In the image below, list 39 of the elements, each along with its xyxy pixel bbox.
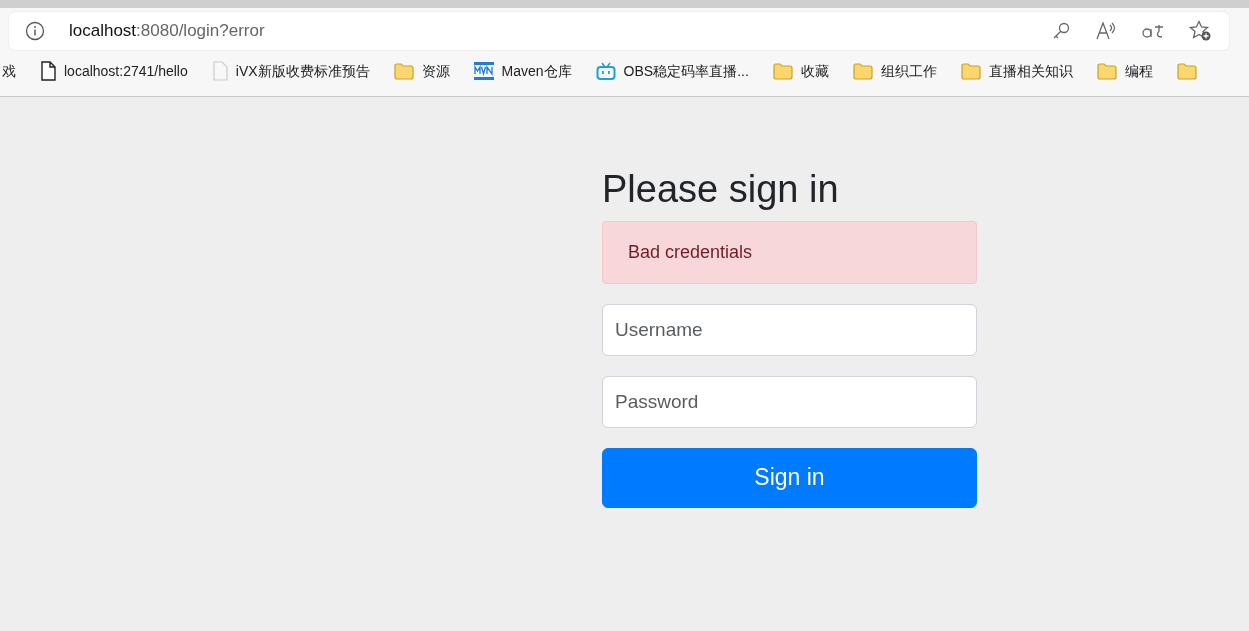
bookmark-label: OBS稳定码率直播...	[623, 61, 749, 81]
error-alert: Bad credentials	[602, 220, 977, 284]
form-heading: Please sign in	[602, 167, 840, 212]
bookmark-label: Maven仓库	[501, 61, 572, 81]
read-aloud-icon[interactable]	[1095, 21, 1117, 41]
bookmark-label: iVX新版收费标准预告	[235, 61, 370, 81]
info-icon[interactable]	[25, 21, 45, 41]
folder-icon	[1176, 62, 1197, 80]
bookmark-label: 资源	[421, 61, 450, 81]
bookmark[interactable]: OBS稳定码率直播...	[591, 60, 753, 82]
key-icon[interactable]	[1051, 21, 1071, 41]
bookmark-label: 收藏	[800, 61, 829, 81]
bookmark[interactable]: Maven仓库	[469, 60, 576, 82]
sign-in-button[interactable]: Sign in	[602, 447, 977, 508]
maven-icon	[473, 62, 494, 80]
username-field[interactable]: Username	[602, 303, 977, 356]
bookmark-label: 组织工作	[880, 61, 937, 81]
folder-icon	[393, 62, 414, 80]
page-icon	[40, 61, 56, 81]
tv-icon	[595, 61, 616, 81]
bookmark[interactable]: 收藏	[768, 60, 833, 82]
folder-icon	[772, 62, 793, 80]
page-icon	[211, 61, 228, 81]
folder-icon	[1096, 62, 1117, 80]
bookmark[interactable]: 编程	[1092, 60, 1157, 82]
folder-icon	[960, 62, 981, 80]
bookmark[interactable]: iVX新版收费标准预告	[207, 60, 374, 82]
bookmark[interactable]: 直播相关知识	[956, 60, 1077, 82]
bookmark-link[interactable]: 戏	[0, 60, 20, 82]
bookmark-label: 直播相关知识	[988, 61, 1073, 81]
password-field[interactable]: Password	[602, 375, 977, 428]
add-favorite-icon[interactable]	[1189, 20, 1213, 42]
folder-icon	[852, 62, 873, 80]
url-text[interactable]: localhost:8080/login?error	[69, 18, 265, 44]
bookmark[interactable]: 资源	[389, 60, 454, 82]
bookmark-label: 编程	[1124, 61, 1153, 81]
bookmark[interactable]: 组织工作	[848, 60, 941, 82]
bookmark-label: localhost:2741/hello	[64, 61, 188, 81]
bookmark[interactable]: localhost:2741/hello	[36, 60, 192, 82]
